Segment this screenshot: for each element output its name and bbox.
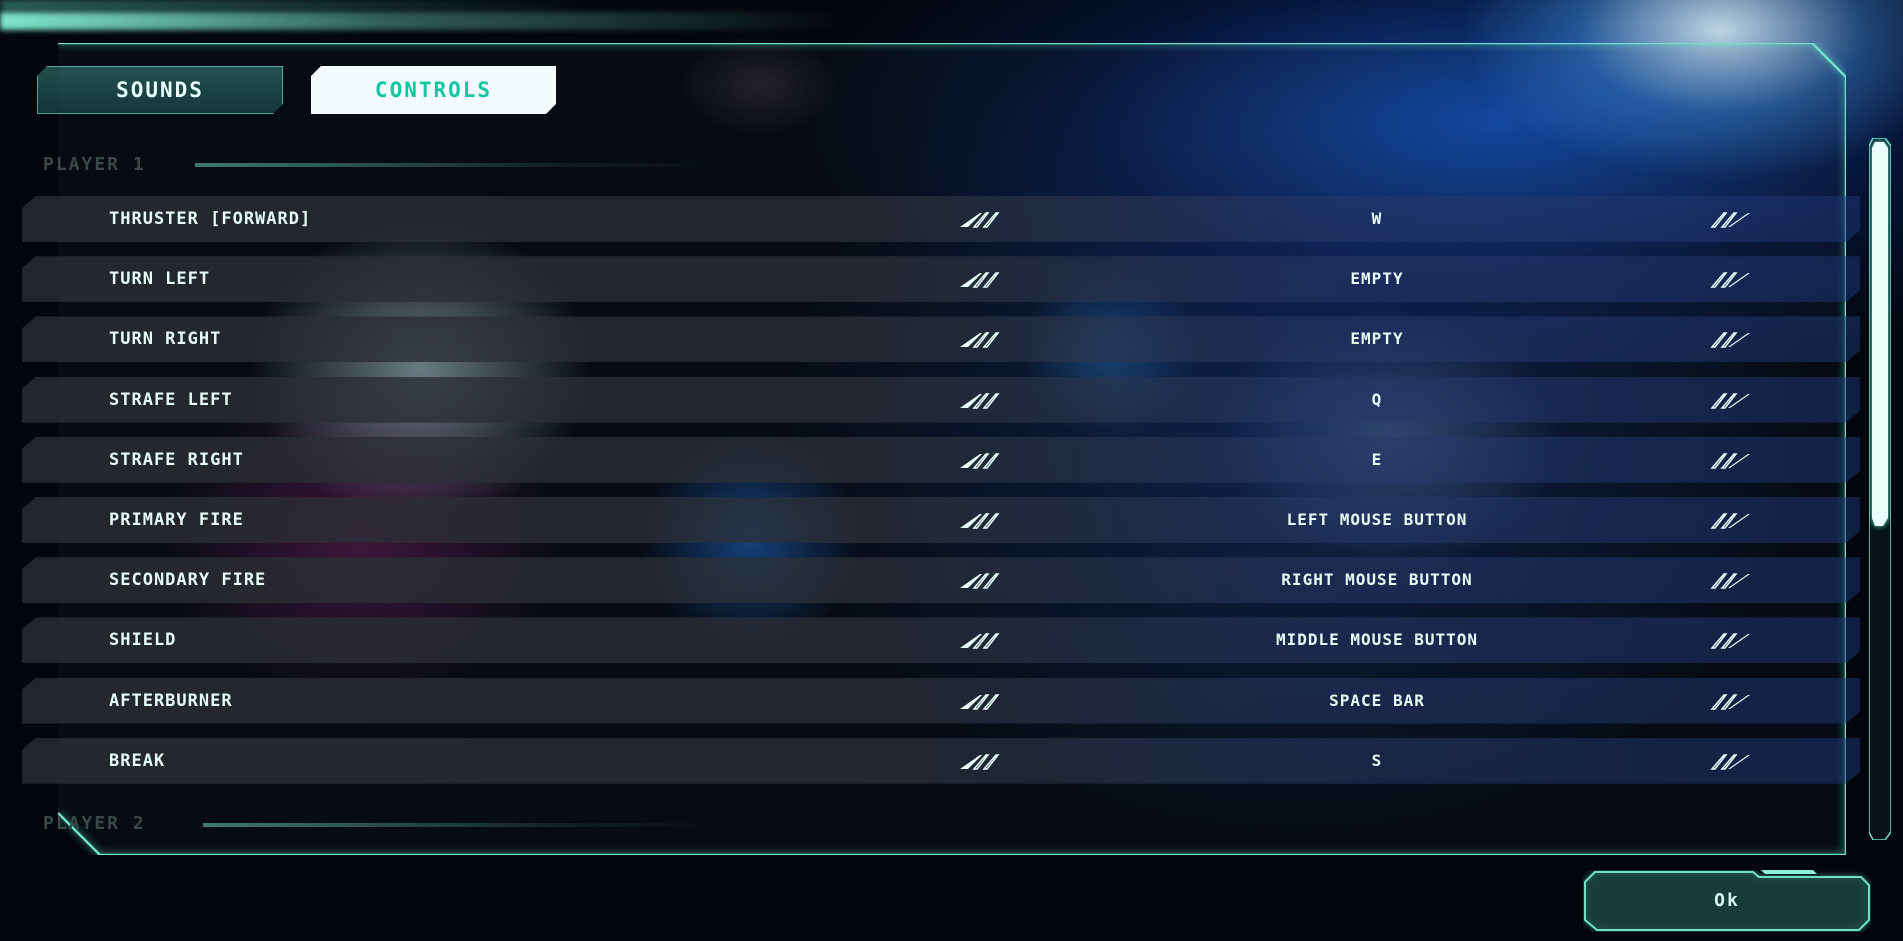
control-key-binding[interactable]: MIDDLE MOUSE BUTTON	[1102, 617, 1652, 663]
arrow-right-icon[interactable]	[1708, 269, 1750, 289]
control-row[interactable]: THRUSTER [FORWARD] W	[22, 196, 1860, 242]
arrow-left-icon[interactable]	[960, 390, 1002, 410]
arrow-right-icon[interactable]	[1708, 691, 1750, 711]
control-row[interactable]: SECONDARY FIRE RIGHT MOUSE BUTTON	[22, 557, 1860, 603]
ok-button[interactable]: Ok	[1583, 870, 1871, 932]
control-action-label: TURN RIGHT	[109, 329, 222, 350]
control-row[interactable]: TURN LEFT EMPTY	[22, 256, 1860, 302]
options-screen: SOUNDS CONTROLS PLAYER 1 THRUSTER [FORWA…	[0, 0, 1903, 941]
arrow-right-icon[interactable]	[1708, 209, 1750, 229]
arrow-right-icon[interactable]	[1708, 329, 1750, 349]
control-row[interactable]: STRAFE RIGHT E	[22, 437, 1860, 483]
section-player-1-title: PLAYER 1	[43, 154, 146, 175]
arrow-right-icon[interactable]	[1708, 570, 1750, 590]
arrow-right-icon[interactable]	[1708, 630, 1750, 650]
control-key-binding[interactable]: EMPTY	[1102, 316, 1652, 362]
arrow-left-icon[interactable]	[960, 209, 1002, 229]
control-action-label: TURN LEFT	[109, 269, 211, 290]
control-key-binding[interactable]: RIGHT MOUSE BUTTON	[1102, 557, 1652, 603]
control-row[interactable]: AFTERBURNER SPACE BAR	[22, 678, 1860, 724]
control-key-binding[interactable]: LEFT MOUSE BUTTON	[1102, 497, 1652, 543]
section-player-2-title: PLAYER 2	[43, 813, 146, 834]
section-divider	[195, 163, 715, 167]
control-key-binding[interactable]: Q	[1102, 377, 1652, 423]
control-action-label: BREAK	[109, 750, 166, 771]
control-action-label: STRAFE LEFT	[109, 389, 233, 410]
control-row[interactable]: SHIELD MIDDLE MOUSE BUTTON	[22, 617, 1860, 663]
arrow-left-icon[interactable]	[960, 510, 1002, 530]
control-action-label: STRAFE RIGHT	[109, 449, 244, 470]
tab-controls[interactable]: CONTROLS	[311, 66, 556, 114]
control-action-label: THRUSTER [FORWARD]	[109, 209, 312, 229]
scrollbar-thumb[interactable]	[1872, 142, 1888, 526]
control-row[interactable]: STRAFE LEFT Q	[22, 377, 1860, 423]
control-row[interactable]: TURN RIGHT EMPTY	[22, 316, 1860, 362]
arrow-right-icon[interactable]	[1708, 510, 1750, 530]
arrow-left-icon[interactable]	[960, 630, 1002, 650]
arrow-left-icon[interactable]	[960, 691, 1002, 711]
control-key-binding[interactable]: W	[1102, 196, 1652, 242]
control-action-label: AFTERBURNER	[109, 690, 233, 711]
tab-sounds[interactable]: SOUNDS	[37, 66, 283, 114]
arrow-left-icon[interactable]	[960, 751, 1002, 771]
arrow-left-icon[interactable]	[960, 570, 1002, 590]
arrow-left-icon[interactable]	[960, 450, 1002, 470]
control-key-binding[interactable]: SPACE BAR	[1102, 678, 1652, 724]
control-key-binding[interactable]: E	[1102, 437, 1652, 483]
scrollbar[interactable]	[1869, 138, 1891, 840]
arrow-right-icon[interactable]	[1708, 390, 1750, 410]
control-action-label: SECONDARY FIRE	[109, 570, 267, 591]
arrow-left-icon[interactable]	[960, 269, 1002, 289]
arrow-right-icon[interactable]	[1708, 751, 1750, 771]
control-action-label: SHIELD	[109, 630, 177, 651]
arrow-right-icon[interactable]	[1708, 450, 1750, 470]
control-key-binding[interactable]: S	[1102, 738, 1652, 784]
light-streak	[0, 0, 600, 10]
control-key-binding[interactable]: EMPTY	[1102, 256, 1652, 302]
arrow-left-icon[interactable]	[960, 329, 1002, 349]
control-action-label: PRIMARY FIRE	[109, 510, 244, 530]
ok-button-label: Ok	[1714, 890, 1740, 911]
control-row[interactable]: BREAK S	[22, 738, 1860, 784]
section-divider	[203, 823, 723, 827]
light-streak	[0, 12, 850, 30]
control-row[interactable]: PRIMARY FIRE LEFT MOUSE BUTTON	[22, 497, 1860, 543]
